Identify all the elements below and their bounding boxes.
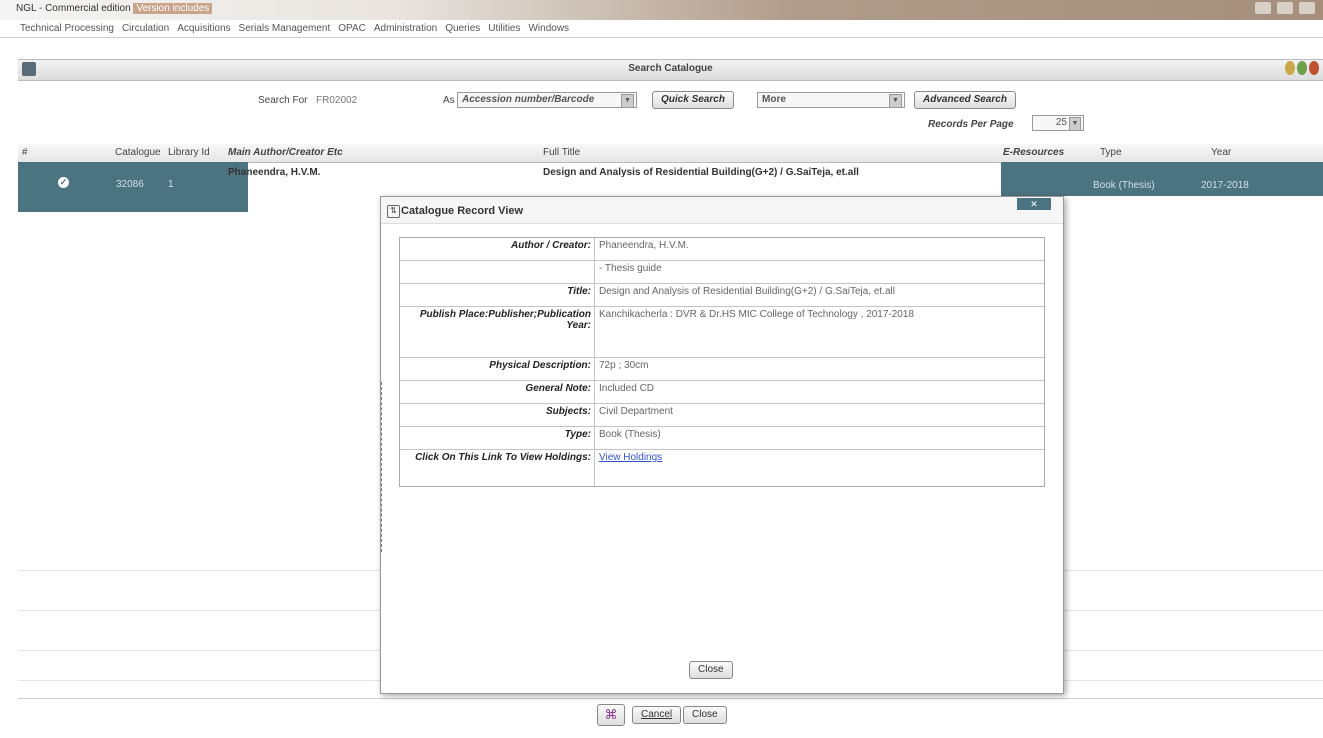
record-details-table: Author / Creator: Phaneendra, H.V.M. - T…	[399, 237, 1045, 487]
search-type-value: Accession number/Barcode	[462, 94, 595, 105]
dialog-title: Catalogue Record View	[401, 205, 524, 217]
menu-acquisitions[interactable]: Acquisitions	[177, 23, 230, 34]
records-per-page-label: Records Per Page	[928, 119, 1014, 130]
window-title-text: NGL - Commercial edition	[16, 3, 131, 14]
col-library-id[interactable]: Library Id	[168, 147, 210, 158]
row-type: Book (Thesis)	[1093, 180, 1155, 191]
menu-opac[interactable]: OPAC	[338, 23, 366, 34]
search-for-input[interactable]: FR02002	[316, 95, 357, 106]
restore-circle-icon[interactable]	[1297, 61, 1307, 75]
record-value: Civil Department	[599, 406, 673, 417]
record-value: Included CD	[599, 383, 655, 394]
record-label: Subjects:	[400, 404, 595, 426]
record-value: Kanchikacherla : DVR & Dr.HS MIC College…	[599, 309, 914, 320]
col-type[interactable]: Type	[1100, 147, 1122, 158]
dialog-title-bar: ⇅ Catalogue Record View ✕	[381, 197, 1063, 224]
search-catalogue-title: Search Catalogue	[628, 63, 713, 74]
record-row-general-note: General Note: Included CD	[400, 381, 1044, 404]
search-for-label: Search For	[258, 95, 308, 106]
row-title[interactable]: Design and Analysis of Residential Build…	[543, 167, 859, 178]
record-label: Click On This Link To View Holdings:	[400, 450, 595, 486]
record-label	[400, 261, 595, 283]
minimize-circle-icon[interactable]	[1285, 61, 1295, 75]
as-label: As	[443, 95, 455, 106]
record-label: Author / Creator:	[400, 238, 595, 260]
chevron-down-icon[interactable]: ▼	[1069, 117, 1081, 131]
print-icon[interactable]: ⌘	[597, 704, 625, 726]
row-selection-right	[1001, 162, 1323, 196]
chevron-down-icon[interactable]: ▼	[621, 94, 634, 108]
menu-technical-processing[interactable]: Technical Processing	[20, 23, 114, 34]
record-label: Type:	[400, 427, 595, 449]
window-title-bar: NGL - Commercial edition Version include…	[0, 0, 1323, 20]
record-row-author: Author / Creator: Phaneendra, H.V.M.	[400, 238, 1044, 261]
menu-bar: Technical Processing Circulation Acquisi…	[0, 20, 1323, 38]
row-catalogue: 32086	[116, 179, 144, 190]
row-author: Phaneendra, H.V.M.	[228, 167, 321, 178]
maximize-button[interactable]	[1277, 2, 1293, 14]
view-holdings-link[interactable]: View Holdings	[599, 452, 662, 463]
record-row-title: Title: Design and Analysis of Residentia…	[400, 284, 1044, 307]
record-row-holdings: Click On This Link To View Holdings: Vie…	[400, 450, 1044, 486]
records-per-page-value: 25	[1055, 117, 1067, 128]
menu-windows[interactable]: Windows	[528, 23, 569, 34]
quick-search-button[interactable]: Quick Search	[652, 91, 734, 109]
window-title-highlight: Version includes	[133, 3, 213, 14]
more-select[interactable]: More ▼	[757, 92, 905, 108]
row-library-id: 1	[168, 179, 174, 190]
col-author[interactable]: Main Author/Creator Etc	[228, 147, 343, 158]
record-value: View Holdings	[595, 450, 1044, 486]
menu-queries[interactable]: Queries	[445, 23, 480, 34]
record-label: General Note:	[400, 381, 595, 403]
window-controls	[1255, 2, 1315, 14]
close-circle-icon[interactable]	[1309, 61, 1319, 75]
record-row-subjects: Subjects: Civil Department	[400, 404, 1044, 427]
record-value: 72p ; 30cm	[599, 360, 649, 371]
record-value: Design and Analysis of Residential Build…	[599, 286, 895, 297]
advanced-search-button[interactable]: Advanced Search	[914, 91, 1016, 109]
record-row-physical-description: Physical Description: 72p ; 30cm	[400, 358, 1044, 381]
minimize-button[interactable]	[1255, 2, 1271, 14]
menu-utilities[interactable]: Utilities	[488, 23, 520, 34]
record-value: Book (Thesis)	[599, 429, 661, 440]
record-value: - Thesis guide	[599, 263, 662, 274]
close-window-button[interactable]	[1299, 2, 1315, 14]
checkmark-icon[interactable]: ✓	[58, 177, 69, 188]
menu-serials-management[interactable]: Serials Management	[239, 23, 331, 34]
record-row-author-role: - Thesis guide	[400, 261, 1044, 284]
window-title: NGL - Commercial edition Version include…	[16, 3, 213, 14]
header-window-buttons	[1285, 61, 1319, 77]
col-catalogue[interactable]: Catalogue	[115, 147, 161, 158]
search-catalogue-header: Search Catalogue	[18, 59, 1323, 81]
dialog-close-icon[interactable]: ✕	[1017, 198, 1051, 210]
footer-cancel-button[interactable]: Cancel	[632, 706, 682, 724]
record-view-icon: ⇅	[387, 205, 400, 218]
catalogue-record-dialog: ⇅ Catalogue Record View ✕ Author / Creat…	[380, 196, 1064, 694]
record-label: Title:	[400, 284, 595, 306]
footer-close-button[interactable]: Close	[683, 706, 727, 724]
dialog-drag-handle	[381, 382, 383, 552]
record-row-publication: Publish Place:Publisher;Publication Year…	[400, 307, 1044, 358]
col-full-title[interactable]: Full Title	[543, 147, 580, 158]
dialog-close-button[interactable]: Close	[689, 661, 733, 679]
search-type-select[interactable]: Accession number/Barcode ▼	[457, 92, 637, 108]
menu-circulation[interactable]: Circulation	[122, 23, 169, 34]
col-e-resources[interactable]: E-Resources	[1003, 147, 1064, 158]
more-select-value: More	[762, 94, 786, 105]
menu-administration[interactable]: Administration	[374, 23, 437, 34]
record-value: Phaneendra, H.V.M.	[599, 240, 689, 251]
records-per-page-select[interactable]: 25 ▼	[1032, 115, 1084, 131]
record-label: Physical Description:	[400, 358, 595, 380]
record-row-type: Type: Book (Thesis)	[400, 427, 1044, 450]
col-number[interactable]: #	[22, 147, 28, 158]
chevron-down-icon[interactable]: ▼	[889, 94, 902, 108]
results-table-header: # Catalogue Library Id Main Author/Creat…	[18, 144, 1323, 163]
row-year: 2017-2018	[1201, 180, 1249, 191]
col-year[interactable]: Year	[1211, 147, 1231, 158]
record-label: Publish Place:Publisher;Publication Year…	[400, 307, 595, 357]
